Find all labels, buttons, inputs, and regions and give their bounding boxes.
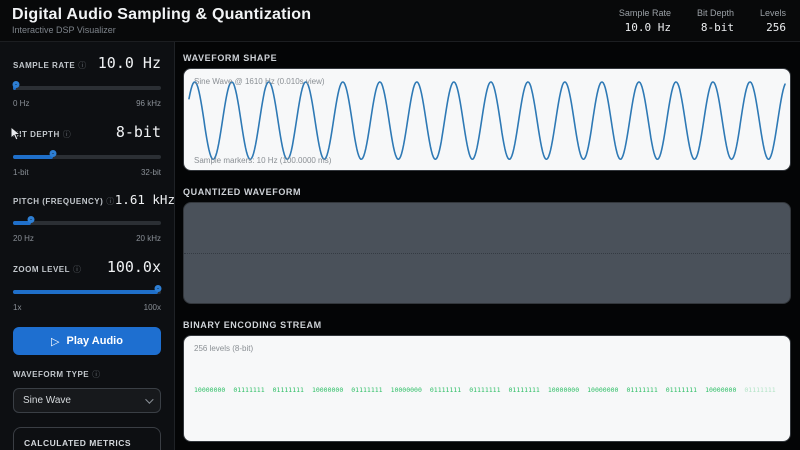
waveform-type-selected: Sine Wave [23,395,71,406]
stat-bit-depth: Bit Depth 8-bit [697,8,734,34]
info-icon[interactable]: ⓘ [73,265,82,274]
stat-levels: Levels 256 [760,8,786,34]
slider-track[interactable] [13,86,161,90]
binary-token: 10000000 [311,385,344,394]
play-icon: ▷ [51,335,60,348]
pitch-slider[interactable] [13,216,161,229]
binary-token: 10000000 [587,385,619,394]
section-title-binary: BINARY ENCODING STREAM [183,319,322,330]
waveform-chart-label: Sine Wave @ 1610 Hz (0.010s view) [194,77,325,86]
binary-token: 01111111 [351,385,383,394]
waveform-type-label: WAVEFORM TYPE ⓘ [13,370,101,379]
stat-value: 8-bit [700,20,734,34]
binary-token-row: 10000000 01111111 01111111 10000000 01111111… [194,386,782,394]
page-title: Digital Audio Sampling & Quantization [12,6,312,23]
app-root: Digital Audio Sampling & Quantization In… [0,0,800,450]
stat-value: 10.0 Hz [624,20,671,34]
header-stats: Sample Rate 10.0 Hz Bit Depth 8-bit Leve… [619,8,786,34]
chevron-down-icon [145,394,154,404]
pitch-value: 1.61 kHz [114,192,175,207]
binary-token: 01111111 [272,385,304,394]
slider-track[interactable] [13,221,161,225]
stat-value: 256 [766,20,786,34]
sample-markers-label: Sample markers: 10 Hz (100.0000 ms) [194,156,332,166]
binary-token: 01111111 [665,385,698,394]
bit-depth-slider[interactable] [13,150,161,163]
binary-encoding-stream: 256 levels (8-bit) 10000000 01111111 01111… [183,334,791,442]
sidebar: SAMPLE RATE ⓘ 10.0 Hz 0 Hz 96 kHz BIT DEP… [0,42,175,450]
waveform-shape-chart: Sine Wave @ 1610 Hz (0.010s view) Sample… [183,68,791,172]
slider-fill [13,290,159,294]
slider-max: 96 kHz [136,99,161,108]
bit-depth-label: BIT DEPTH ⓘ [13,130,72,139]
slider-min: 0 Hz [13,99,30,108]
slider-track[interactable] [13,290,161,294]
binary-token: 10000000 [390,385,422,394]
page-subtitle: Interactive DSP Visualizer [12,25,116,35]
info-icon[interactable]: ⓘ [106,197,115,206]
stat-label: Levels [759,7,786,18]
slider-group-bit-depth: BIT DEPTH ⓘ 8-bit 1-bit 32-bit [13,123,161,177]
slider-track[interactable] [13,155,161,159]
slider-max: 100x [143,303,161,312]
slider-handle[interactable] [12,81,20,88]
app-header: Digital Audio Sampling & Quantization In… [0,0,800,42]
main-panel: WAVEFORM SHAPE Sine Wave @ 1610 Hz (0.01… [175,42,800,450]
content: SAMPLE RATE ⓘ 10.0 Hz 0 Hz 96 kHz BIT DEP… [0,42,800,450]
calculated-metrics-card: CALCULATED METRICS Quantization Levels 2… [13,427,161,450]
binary-token: 10000000 [547,385,580,394]
sine-wave-path [188,81,786,161]
slider-handle[interactable] [27,216,35,223]
info-icon[interactable]: ⓘ [78,61,87,70]
binary-token: 01111111 [233,385,265,394]
section-title-quantized: QUANTIZED WAVEFORM [183,187,302,198]
zoom-slider[interactable] [13,285,162,298]
slider-handle[interactable] [49,150,57,157]
slider-max: 32-bit [140,168,161,177]
sample-rate-slider[interactable] [12,81,161,94]
slider-fill [13,155,53,159]
slider-min: 1x [13,303,22,312]
slider-min: 1-bit [13,168,29,177]
slider-group-sample-rate: SAMPLE RATE ⓘ 10.0 Hz 0 Hz 96 kHz [12,54,161,108]
binary-token: 10000000 [705,385,737,394]
quantized-waveform-chart [183,202,791,304]
binary-token: 10000000 [194,385,226,394]
slider-group-zoom: ZOOM LEVEL ⓘ 100.0x 1x 100x [13,258,162,312]
bit-depth-value: 8-bit [115,123,161,141]
waveform-type-select[interactable]: Sine Wave [13,388,161,413]
stat-label: Bit Depth [696,7,734,18]
zoom-level-label: ZOOM LEVEL ⓘ [13,265,82,274]
slider-max: 20 kHz [136,234,161,243]
slider-min: 20 Hz [13,234,34,243]
stat-label: Sample Rate [618,7,671,18]
zero-reference-line [184,253,790,255]
slider-group-pitch: PITCH (FREQUENCY) ⓘ 1.61 kHz 20 Hz 20 kHz [13,192,175,243]
sample-rate-label: SAMPLE RATE ⓘ [13,61,87,70]
info-icon[interactable]: ⓘ [92,370,101,379]
play-audio-button[interactable]: ▷ Play Audio [13,327,161,355]
zoom-level-value: 100.0x [106,258,161,276]
info-icon[interactable]: ⓘ [63,130,72,139]
binary-levels-label: 256 levels (8-bit) [194,343,254,353]
binary-token: 01111111 [508,385,540,394]
binary-token: 01111111 [469,385,501,394]
metrics-title: CALCULATED METRICS [24,438,132,448]
sample-rate-value: 10.0 Hz [97,54,161,72]
slider-handle[interactable] [154,285,162,292]
play-audio-label: Play Audio [66,335,123,347]
title-block: Digital Audio Sampling & Quantization In… [12,6,311,35]
section-title-waveform-shape: WAVEFORM SHAPE [183,53,278,63]
binary-token: 01111111 [429,385,462,394]
binary-token: 01111111 [744,385,776,394]
stat-sample-rate: Sample Rate 10.0 Hz [619,8,671,34]
binary-token: 01111111 [626,385,658,394]
pitch-label: PITCH (FREQUENCY) ⓘ [13,197,115,206]
